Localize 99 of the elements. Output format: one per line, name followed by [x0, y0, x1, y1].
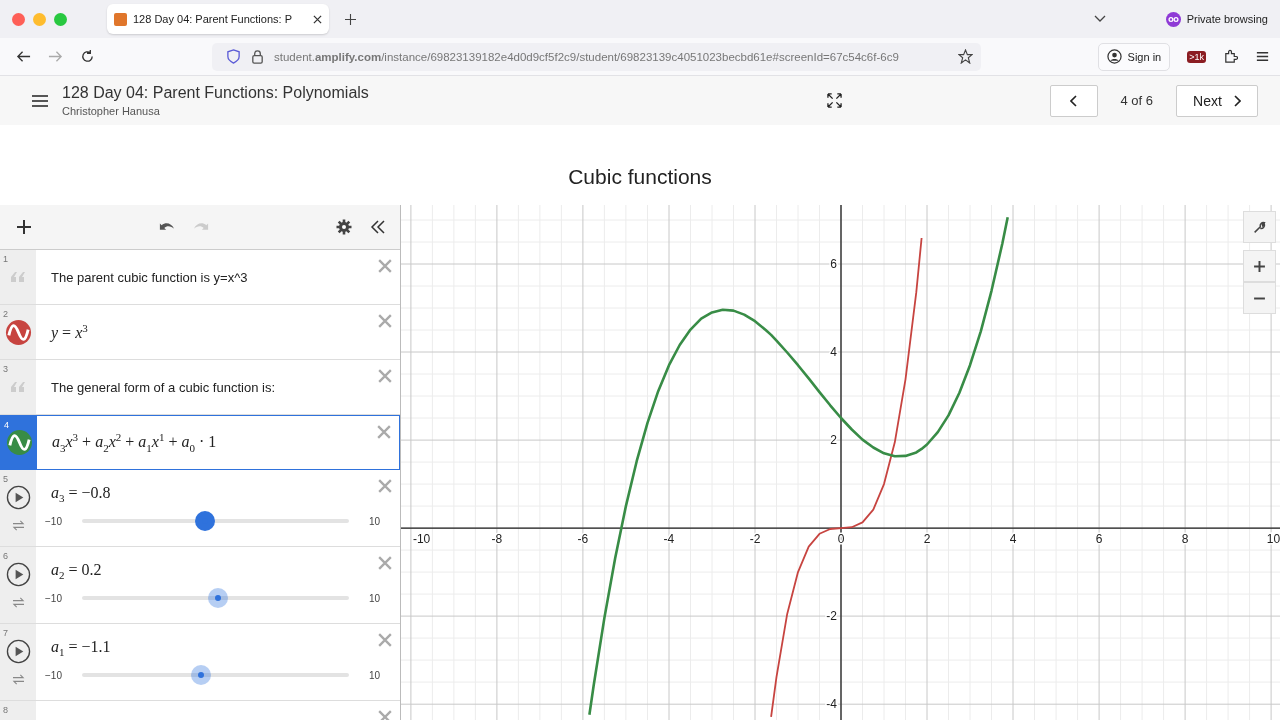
expression-row[interactable]: 4 a$_{3}$x$^{3}$ + a$_{2}$x$^{2}$ + a$_{1}$x$^{1}$ + a$_{0}$ · 1: [0, 415, 400, 470]
play-icon[interactable]: [5, 562, 31, 587]
url-text: student.amplify.com/instance/69823139182e4d0d9cf5f2c9/student/69823139c4051023becbd61e#screenId=67c54c6f-6c9: [274, 50, 900, 63]
x-tick-label: -2: [749, 532, 761, 547]
slider-thumb[interactable]: [194, 511, 215, 532]
slider-max-label: 10: [368, 592, 380, 604]
y-tick-label: 6: [830, 257, 837, 271]
address-bar[interactable]: student.amplify.com/instance/69823139182e4d0d9cf5f2c9/student/69823139c4051023becbd61e#screenId=67c54c6f-6c9: [212, 42, 981, 71]
chevron-right-icon: [1232, 94, 1241, 107]
screen-title: Cubic functions: [567, 164, 713, 190]
expression-number: 8: [3, 705, 8, 715]
x-tick-label: 6: [1095, 532, 1103, 547]
private-mask-icon: [1165, 11, 1181, 27]
quote-mark-icon: [11, 272, 25, 282]
x-tick-label: 8: [1181, 532, 1189, 547]
lesson-title: 128 Day 04: Parent Functions: Polynomials: [62, 84, 369, 102]
expression-row[interactable]: 3 The general form of a cubic function is:: [0, 360, 400, 415]
expression-row[interactable]: 1 The parent cubic function is y=x^3: [0, 250, 400, 305]
x-tick-label: 4: [1009, 532, 1017, 547]
y-tick-label: 2: [830, 433, 837, 448]
browser-tab[interactable]: 128 Day 04: Parent Functions: P: [107, 4, 329, 34]
expression-number: 3: [3, 364, 8, 374]
note-text: The general form of a cubic function is:: [51, 379, 276, 395]
settings-icon[interactable]: [336, 219, 352, 235]
wrench-icon: [1253, 220, 1266, 234]
new-tab-icon[interactable]: [345, 13, 356, 25]
slider-track[interactable]: [81, 664, 349, 687]
author-name: Christopher Hanusa: [62, 105, 161, 117]
zoom-in-button[interactable]: [1243, 250, 1276, 282]
expression-number: 5: [3, 474, 8, 484]
curve-icon[interactable]: [5, 429, 33, 456]
chevron-left-icon: [1070, 94, 1079, 107]
next-button[interactable]: Next: [1176, 84, 1258, 117]
reload-icon[interactable]: [80, 49, 95, 64]
puzzle-piece-icon[interactable]: [1223, 49, 1238, 64]
private-browsing-label: Private browsing: [1186, 13, 1268, 25]
site-favicon-icon: [114, 12, 127, 26]
curve-icon[interactable]: [4, 318, 32, 346]
expression-number: 2: [3, 309, 8, 319]
collapse-icon[interactable]: [370, 219, 386, 235]
expression-row[interactable]: 8: [0, 701, 400, 720]
slider-track[interactable]: [81, 587, 349, 610]
math-expression[interactable]: a$_{3}$x$^{3}$ + a$_{2}$x$^{2}$ + a$_{1}$x$^{1}$ + a$_{0}$ · 1: [52, 431, 359, 454]
loop-icon[interactable]: [11, 674, 25, 685]
slider-track[interactable]: [81, 510, 349, 533]
parent-function-curve[interactable]: [770, 237, 923, 718]
slider-min-label: −10: [45, 669, 62, 681]
expression-number: 1: [3, 254, 8, 264]
math-expression[interactable]: a$_{1}$ = −1.1: [51, 638, 360, 659]
zoom-out-button[interactable]: [1243, 282, 1276, 314]
close-window-icon[interactable]: [12, 12, 25, 26]
menu-icon[interactable]: [1255, 49, 1270, 64]
lock-icon: [250, 49, 265, 64]
cubic-function-curve[interactable]: [588, 217, 1009, 715]
slider-min-label: −10: [45, 592, 62, 604]
expression-row[interactable]: 7 a$_{1}$ = −1.1 −10 10: [0, 624, 400, 701]
y-tick-label: -4: [826, 697, 837, 712]
expression-row[interactable]: 6 a$_{2}$ = 0.2 −10 10: [0, 547, 400, 624]
slider-min-label: −10: [45, 515, 62, 527]
expression-number: 4: [4, 420, 9, 430]
math-expression[interactable]: a$_{2}$ = 0.2: [51, 561, 360, 582]
slider-thumb[interactable]: [190, 665, 211, 686]
loop-icon[interactable]: [11, 520, 25, 531]
play-icon[interactable]: [5, 639, 31, 664]
x-tick-label: 10: [1266, 532, 1280, 547]
graph-settings-button[interactable]: [1243, 211, 1276, 243]
y-tick-label: 4: [830, 345, 837, 359]
fullscreen-icon[interactable]: [827, 93, 843, 108]
quote-mark-icon: [11, 382, 25, 392]
account-icon: [1106, 49, 1122, 64]
tab-list-chevron-icon[interactable]: [1093, 15, 1106, 23]
menu-icon[interactable]: [32, 93, 48, 108]
x-tick-label: -10: [412, 532, 431, 547]
close-tab-icon[interactable]: [313, 14, 322, 24]
expression-row[interactable]: 5 a$_{3}$ = −0.8 −10 10: [0, 470, 400, 547]
back-arrow-icon[interactable]: [16, 49, 31, 64]
expression-row[interactable]: 2 y = x$^{3}$: [0, 305, 400, 360]
plus-icon: [1253, 259, 1266, 273]
bookmark-star-icon[interactable]: [957, 49, 973, 64]
x-tick-label: 2: [923, 532, 931, 547]
shield-icon: [226, 49, 241, 64]
slider-max-label: 10: [368, 669, 380, 681]
expression-number: 6: [3, 551, 8, 561]
math-expression[interactable]: y = x$^{3}$: [51, 321, 360, 343]
extension-badge[interactable]: >1k: [1187, 50, 1206, 63]
expression-number: 7: [3, 628, 8, 638]
note-text: The parent cubic function is y=x^3: [51, 269, 249, 285]
slider-max-label: 10: [368, 515, 380, 527]
add-icon[interactable]: [16, 219, 32, 235]
x-tick-label: -4: [663, 532, 675, 547]
page-counter: 4 of 6: [1120, 93, 1153, 108]
sign-in-button[interactable]: Sign in: [1097, 42, 1171, 71]
x-tick-label: -6: [577, 532, 589, 547]
x-tick-label: -8: [491, 532, 503, 547]
play-icon[interactable]: [5, 485, 31, 510]
math-expression[interactable]: a$_{3}$ = −0.8: [51, 484, 360, 505]
y-tick-label: -2: [826, 609, 837, 624]
loop-icon[interactable]: [11, 597, 25, 608]
slider-thumb[interactable]: [208, 588, 229, 609]
